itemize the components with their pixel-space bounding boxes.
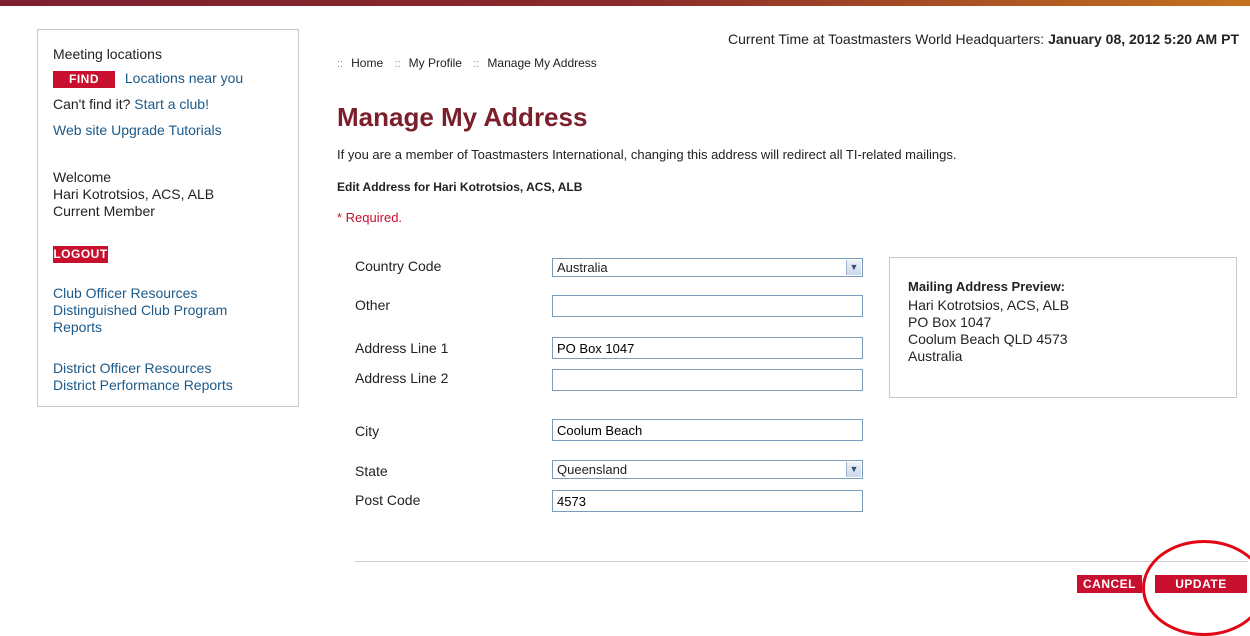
state-value: Queensland bbox=[557, 462, 628, 477]
breadcrumb-home[interactable]: Home bbox=[351, 56, 383, 70]
dcp-reports-link-line1[interactable]: Distinguished Club Program bbox=[53, 302, 227, 318]
state-label: State bbox=[355, 463, 388, 479]
address-line1-input[interactable] bbox=[552, 337, 863, 359]
cant-find-text: Can't find it? bbox=[53, 96, 131, 112]
post-code-input[interactable] bbox=[552, 490, 863, 512]
other-label: Other bbox=[355, 297, 391, 313]
preview-line: Coolum Beach QLD 4573 bbox=[908, 331, 1068, 347]
breadcrumb-manage-address[interactable]: Manage My Address bbox=[487, 56, 596, 70]
member-status: Current Member bbox=[53, 203, 155, 219]
chevron-down-icon[interactable]: ▼ bbox=[846, 260, 861, 275]
post-code-label: Post Code bbox=[355, 492, 421, 508]
other-input[interactable] bbox=[552, 295, 863, 317]
preview-line: PO Box 1047 bbox=[908, 314, 992, 330]
address-line2-label: Address Line 2 bbox=[355, 370, 449, 386]
district-officer-resources-link[interactable]: District Officer Resources bbox=[53, 360, 211, 376]
hq-time: Current Time at Toastmasters World Headq… bbox=[728, 31, 1239, 47]
start-club-link[interactable]: Start a club! bbox=[134, 96, 209, 112]
breadcrumb-separator: :: bbox=[337, 58, 344, 70]
dcp-reports-link-line2[interactable]: Reports bbox=[53, 319, 102, 335]
dcp-reports-link[interactable]: Distinguished Club Program bbox=[53, 302, 227, 318]
country-code-label: Country Code bbox=[355, 258, 442, 274]
welcome-text: Welcome bbox=[53, 169, 112, 185]
country-code-value: Australia bbox=[557, 260, 608, 275]
breadcrumb: :: Home :: My Profile :: Manage My Address bbox=[337, 56, 597, 70]
locations-near-you-link[interactable]: Locations near you bbox=[125, 70, 243, 86]
tutorials-link[interactable]: Web site Upgrade Tutorials bbox=[53, 122, 222, 138]
required-note: * Required. bbox=[337, 210, 403, 225]
user-name: Hari Kotrotsios, ACS, ALB bbox=[53, 186, 215, 202]
find-button[interactable]: FIND bbox=[53, 71, 115, 88]
sidebar: Meeting locations FIND Locations near yo… bbox=[37, 29, 299, 407]
club-officer-resources-link[interactable]: Club Officer Resources bbox=[53, 285, 197, 301]
breadcrumb-separator: :: bbox=[473, 58, 480, 70]
mailing-address-preview: Mailing Address Preview: Hari Kotrotsios… bbox=[889, 257, 1237, 398]
form-divider bbox=[355, 561, 1248, 562]
find-row: FIND Locations near you bbox=[53, 70, 243, 88]
preview-heading: Mailing Address Preview: bbox=[908, 279, 1066, 294]
breadcrumb-separator: :: bbox=[394, 58, 401, 70]
hq-time-value: January 08, 2012 5:20 AM PT bbox=[1048, 31, 1239, 47]
city-input[interactable] bbox=[552, 419, 863, 441]
chevron-down-icon[interactable]: ▼ bbox=[846, 462, 861, 477]
city-label: City bbox=[355, 423, 380, 439]
address-line1-label: Address Line 1 bbox=[355, 340, 449, 356]
address-line2-input[interactable] bbox=[552, 369, 863, 391]
cant-find-row: Can't find it? Start a club! bbox=[53, 96, 209, 112]
top-accent-bar bbox=[0, 0, 1250, 6]
meeting-locations-label: Meeting locations bbox=[53, 46, 162, 62]
preview-line: Hari Kotrotsios, ACS, ALB bbox=[908, 297, 1070, 313]
logout-row: LOGOUT bbox=[53, 245, 108, 263]
update-button[interactable]: UPDATE bbox=[1155, 575, 1247, 593]
country-code-select[interactable]: Australia ▼ bbox=[552, 258, 863, 277]
hq-time-label: Current Time at Toastmasters World Headq… bbox=[728, 31, 1045, 47]
preview-line: Australia bbox=[908, 348, 963, 364]
breadcrumb-my-profile[interactable]: My Profile bbox=[409, 56, 462, 70]
cancel-button[interactable]: CANCEL bbox=[1077, 575, 1142, 593]
dcp-reports-link-cont[interactable]: Reports bbox=[53, 319, 102, 335]
state-select[interactable]: Queensland ▼ bbox=[552, 460, 863, 479]
logout-button[interactable]: LOGOUT bbox=[53, 246, 108, 263]
intro-text: If you are a member of Toastmasters Inte… bbox=[337, 147, 957, 162]
edit-address-heading: Edit Address for Hari Kotrotsios, ACS, A… bbox=[337, 180, 583, 194]
district-performance-reports-link[interactable]: District Performance Reports bbox=[53, 377, 233, 393]
page-title: Manage My Address bbox=[337, 102, 588, 132]
